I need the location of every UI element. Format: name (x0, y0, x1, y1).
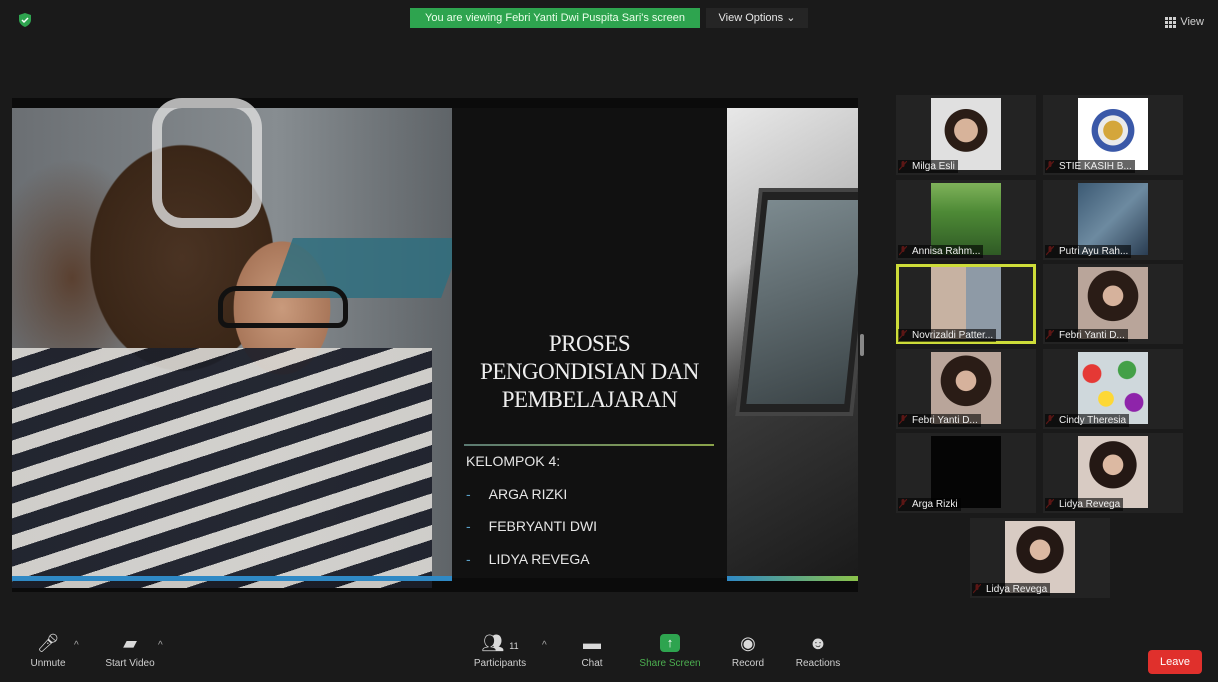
participant-tile[interactable]: Lidya Revega (970, 518, 1110, 598)
participant-tile[interactable]: Milga Esli (896, 95, 1036, 175)
chat-icon: ▬ (583, 633, 601, 653)
group-label: KELOMPOK 4: (466, 453, 561, 469)
participant-name: Novrizaldi Patter... (898, 329, 997, 342)
view-options-button[interactable]: View Options ⌄ (706, 8, 808, 28)
view-options-label: View Options (718, 12, 784, 24)
participant-name: Arga Rizki (898, 498, 961, 511)
record-icon: ◉ (740, 633, 756, 653)
participant-tile[interactable]: Annisa Rahm... (896, 180, 1036, 260)
participants-button[interactable]: 👥︎ 11 Participants ^ (460, 632, 547, 669)
participants-icon: 👥︎ 11 (481, 633, 519, 653)
participant-tile[interactable]: Cindy Theresia (1043, 349, 1183, 429)
slide-divider (464, 444, 714, 446)
shield-icon[interactable] (18, 13, 32, 27)
chevron-up-icon[interactable]: ^ (542, 640, 547, 651)
participant-name: Febri Yanti D... (898, 414, 981, 427)
grid-view-icon (1165, 16, 1177, 28)
splitter-handle[interactable] (860, 334, 864, 356)
participant-name: STIE KASIH B... (1045, 160, 1135, 173)
participant-name: Milga Esli (898, 160, 958, 173)
meeting-top-bar: You are viewing Febri Yanti Dwi Puspita … (0, 0, 1218, 32)
smiley-icon: ☻ (808, 633, 828, 653)
reactions-button[interactable]: ☻ Reactions (778, 632, 858, 669)
viewing-screen-banner: You are viewing Febri Yanti Dwi Puspita … (410, 8, 700, 28)
participant-name: Lidya Revega (1045, 498, 1124, 511)
participant-tile[interactable]: Arga Rizki (896, 433, 1036, 513)
unmute-button[interactable]: 🎤︎ Unmute ^ (8, 632, 88, 669)
record-button[interactable]: ◉ Record (708, 632, 788, 669)
participant-name: Annisa Rahm... (898, 245, 984, 258)
share-screen-button[interactable]: ↑ Share Screen (630, 632, 710, 669)
participant-tile[interactable]: Lidya Revega (1043, 433, 1183, 513)
view-label: View (1180, 16, 1204, 28)
participant-name: Lidya Revega (972, 583, 1051, 596)
chevron-down-icon: ⌄ (786, 12, 796, 24)
chevron-up-icon[interactable]: ^ (158, 640, 163, 651)
member-item: - FEBRYANTI DWI (466, 518, 598, 534)
participant-tile[interactable]: Febri Yanti D... (1043, 264, 1183, 344)
chevron-up-icon[interactable]: ^ (74, 640, 79, 651)
participant-tile[interactable]: Novrizaldi Patter... (896, 264, 1036, 344)
participant-name: Putri Ayu Rah... (1045, 245, 1132, 258)
participant-name: Cindy Theresia (1045, 414, 1130, 427)
start-video-button[interactable]: ▰ Start Video ^ (90, 632, 170, 669)
member-item: - ARGA RIZKI (466, 486, 568, 502)
leave-button[interactable]: Leave (1148, 650, 1202, 674)
participant-tile[interactable]: STIE KASIH B... (1043, 95, 1183, 175)
participant-name: Febri Yanti D... (1045, 329, 1128, 342)
participant-tile[interactable]: Putri Ayu Rah... (1043, 180, 1183, 260)
meeting-toolbar: 🎤︎ Unmute ^ ▰ Start Video ^ 👥︎ 11 Partic… (0, 630, 1218, 682)
slide-title: PROSES PENGONDISIAN DAN PEMBELAJARAN (480, 331, 699, 412)
member-item: - LIDYA REVEGA (466, 551, 590, 567)
view-layout-button[interactable]: View (1165, 16, 1204, 28)
chat-button[interactable]: ▬ Chat (552, 632, 632, 669)
shared-screen: PROSES PENGONDISIAN DAN PEMBELAJARAN KEL… (12, 98, 858, 592)
share-screen-icon: ↑ (660, 634, 680, 652)
participant-tile[interactable]: Febri Yanti D... (896, 349, 1036, 429)
